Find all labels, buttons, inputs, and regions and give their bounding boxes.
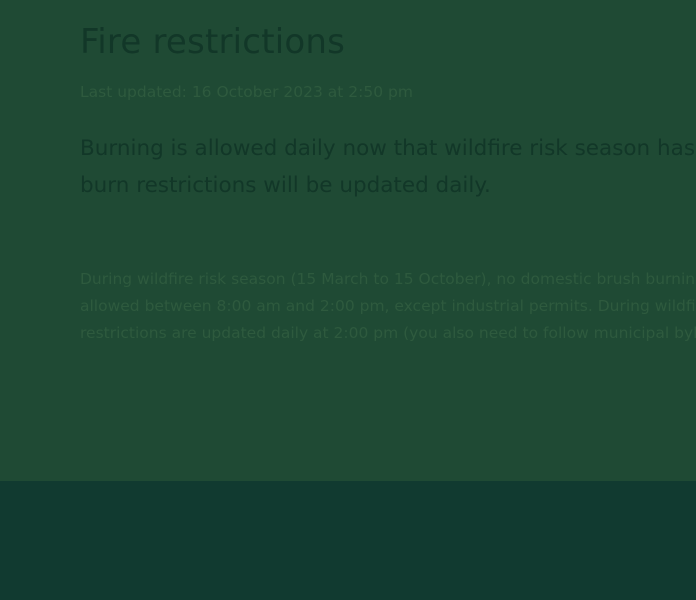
page-title: Fire restrictions [80,22,346,62]
lead-line: Burning is allowed daily now that wildfi… [80,136,696,161]
content-section: Fire restrictions Last updated: 16 Octob… [0,0,696,481]
fire-restrictions-page: Fire restrictions Last updated: 16 Octob… [0,0,696,600]
info-line: restrictions are updated daily at 2:00 p… [80,324,696,342]
lead-paragraph: Burning is allowed daily now that wildfi… [80,130,696,204]
footer-band [0,481,696,600]
info-paragraph: During wildfire risk season (15 March to… [80,266,696,347]
info-line: allowed between 8:00 am and 2:00 pm, exc… [80,297,696,315]
lead-line: burn restrictions will be updated daily. [80,173,491,198]
last-updated-text: Last updated: 16 October 2023 at 2:50 pm [80,83,413,101]
info-line: During wildfire risk season (15 March to… [80,270,696,288]
